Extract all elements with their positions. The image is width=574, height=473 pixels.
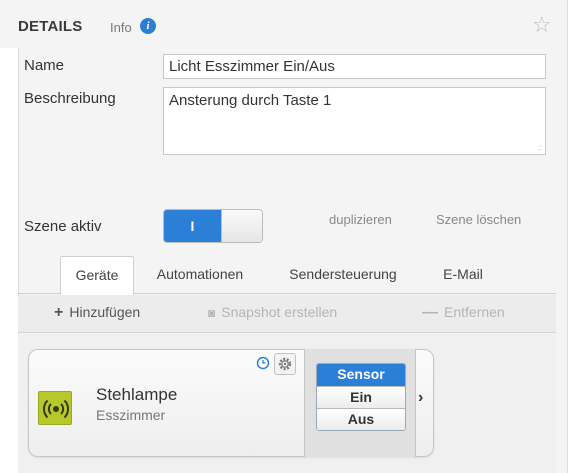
scene-active-label: Szene aktiv	[24, 218, 102, 235]
star-icon[interactable]: ☆	[532, 12, 552, 38]
resize-grip-icon[interactable]: .:	[538, 143, 542, 152]
details-info-label: Info	[110, 20, 132, 35]
add-label: Hinzufügen	[69, 304, 141, 320]
duplicate-link[interactable]: duplizieren	[329, 212, 392, 227]
details-header: DETAILS Info i ☆	[0, 0, 556, 48]
delete-scene-link[interactable]: Szene löschen	[436, 212, 521, 227]
sensor-button[interactable]: Sensor	[317, 364, 405, 386]
camera-icon: ◙	[208, 306, 216, 320]
toggle-on-label: I	[164, 210, 221, 242]
clock-icon[interactable]	[256, 356, 270, 370]
tab-email[interactable]: E-Mail	[428, 256, 498, 294]
add-button[interactable]: + Hinzufügen	[54, 304, 140, 322]
snapshot-label: Snapshot erstellen	[221, 304, 338, 320]
description-field[interactable]: Ansterung durch Taste 1 .:	[163, 87, 546, 155]
plus-icon: +	[54, 304, 64, 321]
device-room: Esszimmer	[96, 407, 166, 423]
remove-label: Entfernen	[444, 304, 505, 320]
toggle-knob[interactable]	[221, 210, 262, 242]
tab-devices[interactable]: Geräte	[60, 256, 134, 295]
name-field[interactable]: Licht Esszimmer Ein/Aus	[163, 54, 546, 79]
off-button[interactable]: Aus	[317, 408, 405, 430]
gear-icon[interactable]	[274, 353, 296, 375]
device-toolbar: + Hinzufügen ◙ Snapshot erstellen — Entfern…	[18, 295, 556, 333]
tab-sender-control[interactable]: Sendersteuerung	[274, 256, 412, 294]
on-button[interactable]: Ein	[317, 386, 405, 408]
snapshot-button[interactable]: ◙ Snapshot erstellen	[208, 304, 337, 320]
remove-button[interactable]: — Entfernen	[422, 304, 505, 322]
details-title: DETAILS	[18, 18, 83, 35]
device-name: Stehlampe	[96, 385, 178, 404]
info-icon[interactable]: i	[140, 18, 156, 34]
name-label: Name	[24, 57, 65, 74]
tab-automations[interactable]: Automationen	[144, 256, 256, 294]
description-label: Beschreibung	[24, 90, 116, 107]
chevron-right-icon[interactable]: ›	[418, 389, 423, 407]
minus-icon: —	[422, 304, 438, 321]
tab-bar: Geräte Automationen Sendersteuerung E-Ma…	[18, 256, 556, 295]
scene-active-toggle[interactable]: I	[163, 209, 263, 243]
description-text: Ansterung durch Taste 1	[169, 92, 332, 109]
sensor-icon	[38, 391, 72, 425]
device-action-group: Sensor Ein Aus	[316, 363, 406, 431]
